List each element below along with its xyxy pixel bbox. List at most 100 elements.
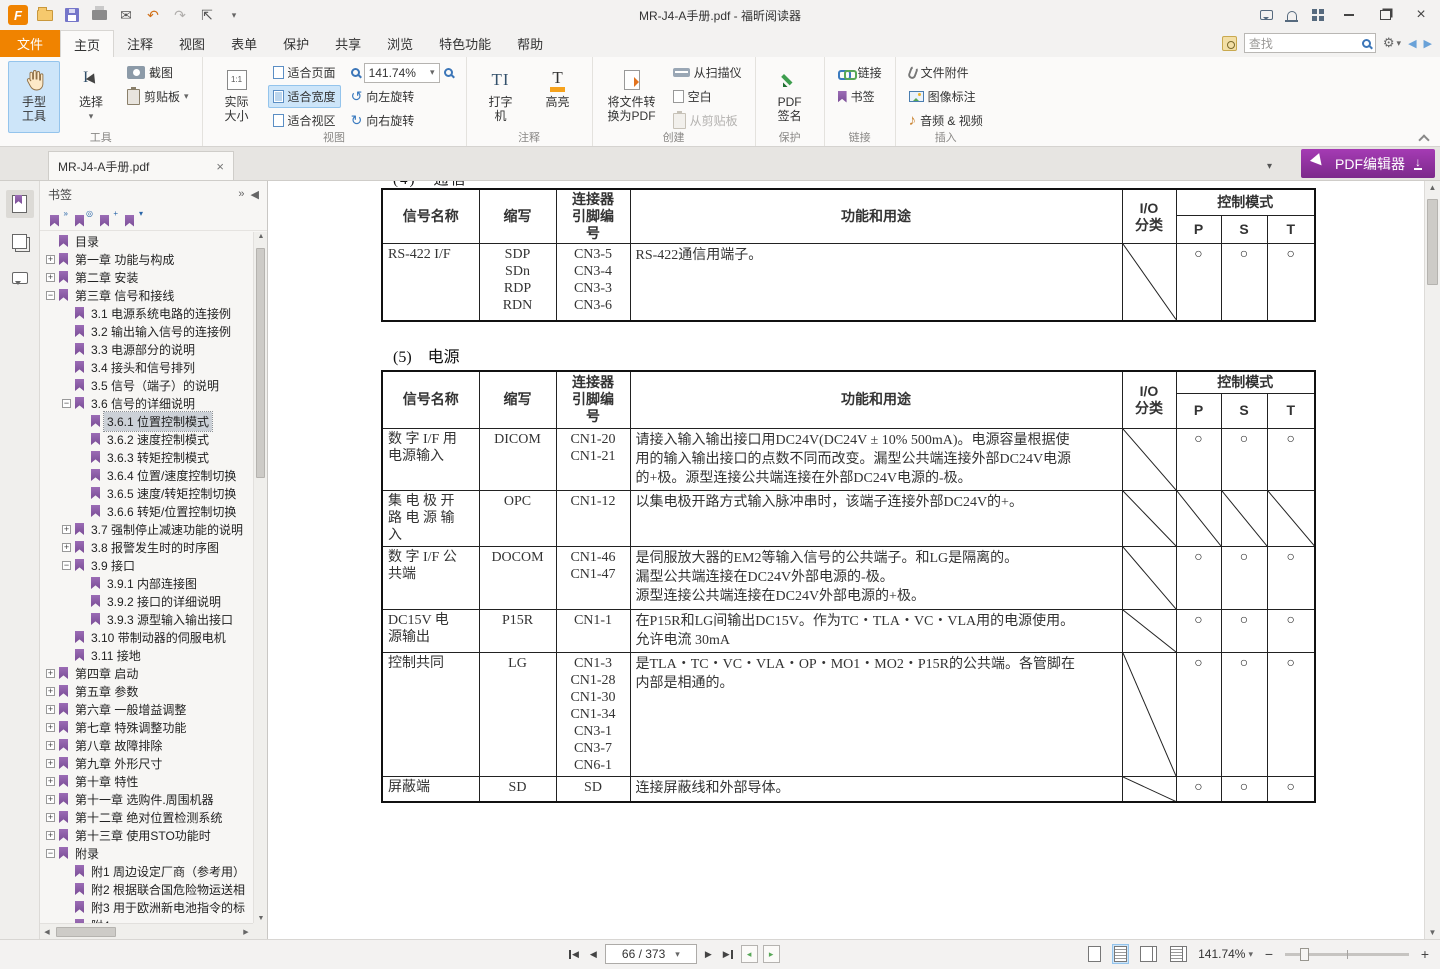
bookmark-item[interactable]: 3.6.5 速度/转矩控制切换: [40, 484, 253, 502]
bookmark-item[interactable]: 3.6.1 位置控制模式: [40, 412, 253, 430]
blank-page-button[interactable]: 空白: [668, 85, 747, 108]
bookmark-item[interactable]: + 第十一章 选购件.周围机器: [40, 790, 253, 808]
previous-view-icon[interactable]: ◂: [741, 945, 758, 963]
bookmark-item[interactable]: − 3.6 信号的详细说明: [40, 394, 253, 412]
expand-toggle-icon[interactable]: +: [46, 723, 55, 732]
scroll-left-icon[interactable]: ◀: [40, 928, 54, 936]
bookmark-options-icon[interactable]: ▾: [125, 211, 141, 227]
bookmark-item[interactable]: + 第二章 安装: [40, 268, 253, 286]
search-settings[interactable]: ⚙▾: [1383, 35, 1401, 51]
bookmark-add-icon[interactable]: +: [100, 211, 116, 227]
image-annotation-button[interactable]: 图像标注: [904, 85, 988, 108]
single-page-view-button[interactable]: [1086, 944, 1103, 964]
menu-tab[interactable]: 浏览: [374, 30, 426, 57]
maximize-button[interactable]: [1368, 2, 1402, 28]
find-previous-icon[interactable]: ◀: [1408, 37, 1416, 50]
bookmark-item[interactable]: − 第三章 信号和接线: [40, 286, 253, 304]
bookmark-item[interactable]: 3.11 接地: [40, 646, 253, 664]
menu-tab[interactable]: 共享: [322, 30, 374, 57]
zoom-out-button[interactable]: −: [1262, 946, 1276, 962]
scroll-down-icon[interactable]: ▼: [1425, 928, 1440, 937]
bookmark-item[interactable]: − 3.9 接口: [40, 556, 253, 574]
document-tab[interactable]: MR-J4-A手册.pdf ×: [48, 151, 234, 180]
facing-view-button[interactable]: [1138, 944, 1159, 964]
bookmark-item[interactable]: + 3.7 强制停止减速功能的说明: [40, 520, 253, 538]
bookmark-locate-icon[interactable]: ◎: [75, 211, 91, 227]
bookmark-item[interactable]: 3.4 接头和信号排列: [40, 358, 253, 376]
notification-icon[interactable]: [1280, 4, 1304, 26]
comments-panel-toggle[interactable]: [6, 264, 34, 292]
rotate-left-button[interactable]: ↺ 向左旋转: [346, 85, 458, 108]
typewriter-button[interactable]: TI 打字机: [475, 61, 527, 133]
zoom-in-icon[interactable]: [444, 68, 453, 77]
hand-tool-button[interactable]: 手型工具: [8, 61, 60, 133]
menu-tab[interactable]: 帮助: [504, 30, 556, 57]
expand-toggle-icon[interactable]: +: [46, 273, 55, 282]
expand-toggle-icon[interactable]: +: [46, 669, 55, 678]
tab-close-icon[interactable]: ×: [216, 159, 224, 174]
apps-grid-icon[interactable]: [1306, 4, 1330, 26]
fit-page-button[interactable]: 适合页面: [268, 61, 341, 84]
expand-toggle-icon[interactable]: +: [46, 795, 55, 804]
snapshot-button[interactable]: 截图: [122, 61, 194, 84]
bookmark-item[interactable]: + 第一章 功能与构成: [40, 250, 253, 268]
bookmarks-panel-toggle[interactable]: [6, 190, 34, 218]
bookmark-item[interactable]: 3.9.3 源型输入输出接口: [40, 610, 253, 628]
bookmarks-horizontal-scrollbar[interactable]: ◀ ▶: [40, 923, 253, 939]
scroll-up-icon[interactable]: ▲: [1425, 183, 1440, 192]
menu-tab[interactable]: 注释: [114, 30, 166, 57]
bookmark-item[interactable]: 3.3 电源部分的说明: [40, 340, 253, 358]
bookmark-item[interactable]: − 附录: [40, 844, 253, 862]
continuous-view-button[interactable]: [1112, 944, 1129, 964]
fit-width-button[interactable]: 适合宽度: [268, 85, 341, 108]
message-icon[interactable]: [1254, 4, 1278, 26]
bookmark-item[interactable]: 3.5 信号（端子）的说明: [40, 376, 253, 394]
scrollbar-thumb[interactable]: [1427, 199, 1438, 285]
panel-collapse-icon[interactable]: ◀: [251, 188, 259, 201]
pdf-editor-button[interactable]: PDF编辑器 ↓: [1301, 149, 1435, 178]
bookmark-item[interactable]: + 第六章 一般增益调整: [40, 700, 253, 718]
expand-toggle-icon[interactable]: +: [62, 525, 71, 534]
open-file-icon[interactable]: [33, 4, 57, 26]
menu-tab[interactable]: 保护: [270, 30, 322, 57]
bookmark-expand-icon[interactable]: »: [50, 211, 66, 227]
expand-toggle-icon[interactable]: −: [62, 399, 71, 408]
expand-toggle-icon[interactable]: +: [46, 813, 55, 822]
zoom-percentage[interactable]: 141.74%▾: [1198, 947, 1253, 961]
first-page-button[interactable]: ◀: [566, 944, 582, 964]
bookmark-item[interactable]: 3.1 电源系统电路的连接例: [40, 304, 253, 322]
panel-menu-icon[interactable]: »: [238, 188, 244, 200]
pages-panel-toggle[interactable]: [6, 227, 34, 255]
expand-toggle-icon[interactable]: +: [62, 543, 71, 552]
bookmark-item[interactable]: + 第五章 参数: [40, 682, 253, 700]
document-vertical-scrollbar[interactable]: ▲ ▼: [1424, 181, 1440, 939]
scroll-down-icon[interactable]: ▼: [254, 915, 268, 922]
file-attachment-button[interactable]: 文件附件: [904, 61, 988, 84]
expand-toggle-icon[interactable]: +: [46, 759, 55, 768]
link-button[interactable]: 链接: [833, 61, 887, 84]
expand-toggle-icon[interactable]: −: [62, 561, 71, 570]
bookmark-item[interactable]: + 第八章 故障排除: [40, 736, 253, 754]
bookmark-item[interactable]: 3.9.2 接口的详细说明: [40, 592, 253, 610]
scrollbar-thumb[interactable]: [56, 927, 116, 937]
page-number-input[interactable]: 66 / 373 ▾: [605, 944, 697, 964]
find-next-icon[interactable]: ▶: [1424, 37, 1432, 50]
last-page-button[interactable]: ▶: [720, 944, 736, 964]
continuous-facing-view-button[interactable]: [1168, 944, 1189, 964]
search-icon[interactable]: [1362, 39, 1371, 48]
menu-tab[interactable]: 文件: [0, 30, 60, 57]
expand-toggle-icon[interactable]: +: [46, 687, 55, 696]
document-page[interactable]: (4) 通信 信号名称 缩写 连接器 引脚编 号 功能和用途 I/O 分类 控制…: [268, 181, 1424, 939]
bookmark-item[interactable]: 3.2 输出输入信号的连接例: [40, 322, 253, 340]
tab-list-dropdown[interactable]: ▾: [1267, 161, 1272, 172]
expand-toggle-icon[interactable]: +: [46, 255, 55, 264]
expand-toggle-icon[interactable]: −: [46, 291, 55, 300]
search-scope-icon[interactable]: [1222, 36, 1237, 51]
bookmark-item[interactable]: 附2 根据联合国危险物运送相: [40, 880, 253, 898]
menu-tab[interactable]: 表单: [218, 30, 270, 57]
zoom-out-icon[interactable]: [351, 68, 360, 77]
bookmark-item[interactable]: + 第七章 特殊调整功能: [40, 718, 253, 736]
expand-toggle-icon[interactable]: +: [46, 741, 55, 750]
share-icon[interactable]: ⇱: [195, 4, 219, 26]
close-button[interactable]: ×: [1404, 2, 1438, 28]
